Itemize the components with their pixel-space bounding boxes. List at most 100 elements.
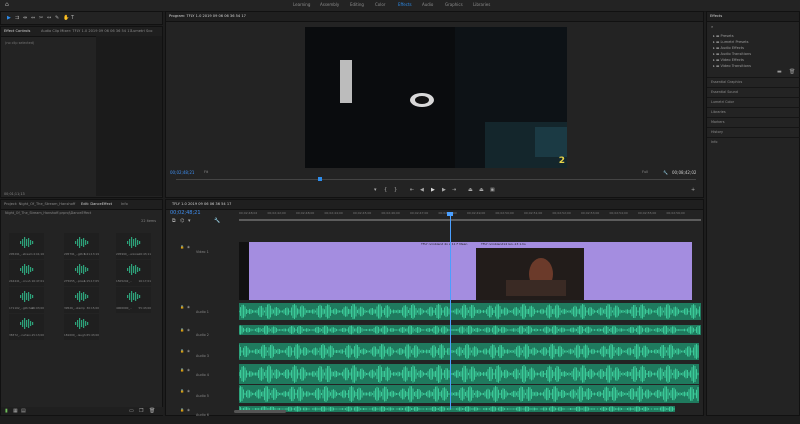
trash-icon[interactable]: 🗑 [149, 408, 155, 414]
video-clip[interactable] [584, 242, 692, 300]
effects-tree-item[interactable]: ▸ ▬ Presets [713, 34, 734, 38]
lock-track-icon[interactable]: 🔒 [180, 328, 184, 332]
slip-tool-icon[interactable]: ↔ [47, 15, 51, 21]
new-item-icon[interactable]: ❐ [139, 408, 143, 414]
audio-clip[interactable] [239, 385, 699, 403]
step-forward-icon[interactable]: ▶ [442, 187, 446, 193]
playhead-line[interactable] [450, 213, 451, 409]
track-header[interactable]: Audio 6 [196, 413, 209, 417]
effects-section-tab[interactable]: History [707, 127, 800, 136]
effects-section-tab[interactable]: Lumetri Color [707, 97, 800, 106]
effects-section-tab[interactable]: Essential Sound [707, 87, 800, 96]
project-item[interactable]: 38372_..curtain.. 15:13;00 [9, 314, 44, 340]
project-item[interactable]: 244441_..crush 16:47;01 [9, 260, 44, 286]
effects-section-tab[interactable]: Info [707, 137, 800, 146]
tab-effect-controls[interactable]: Effect Controls [4, 29, 30, 33]
video-clip-thumb[interactable] [239, 242, 249, 300]
effects-tree-item[interactable]: ▸ ▬ Lumetri Presets [713, 40, 749, 44]
toggle-track-icon[interactable]: ◉ [187, 305, 190, 309]
home-icon[interactable]: ⌂ [5, 1, 9, 8]
toggle-track-icon[interactable]: ◉ [187, 328, 190, 332]
rolling-edit-icon[interactable]: ⇔ [31, 15, 35, 21]
workspace-effects[interactable]: Effects [398, 2, 412, 7]
workspace-learning[interactable]: Learning [293, 2, 310, 7]
timeline-settings-icon[interactable]: 🔧 [214, 218, 220, 224]
lock-track-icon[interactable]: 🔒 [180, 389, 184, 393]
tab-edit[interactable]: Edit: DanceEffect [81, 202, 112, 206]
go-to-in-icon[interactable]: ⇤ [410, 187, 414, 193]
step-back-icon[interactable]: ◀ [420, 187, 424, 193]
tab-info[interactable]: Info [121, 202, 128, 206]
track-header[interactable]: Video 1 [196, 250, 209, 254]
toggle-track-icon[interactable]: ◉ [187, 408, 190, 412]
tab-project[interactable]: Project: Night_Of_The_Stream_Hanshoff [4, 202, 75, 206]
type-tool-icon[interactable]: T [71, 15, 74, 21]
razor-tool-icon[interactable]: ✂ [39, 15, 43, 21]
effects-search[interactable]: ⌕ [707, 23, 800, 32]
hand-tool-icon[interactable]: ✋ [63, 15, 69, 21]
toggle-track-icon[interactable]: ◉ [187, 389, 190, 393]
tab-lumetri-scopes[interactable]: Lumetri Sco [131, 29, 152, 33]
lock-track-icon[interactable]: 🔒 [180, 408, 184, 412]
effects-section-tab[interactable]: Markers [707, 117, 800, 126]
linked-selection-icon[interactable]: ⌬ [180, 218, 184, 224]
effects-section-tab[interactable]: Libraries [707, 107, 800, 116]
new-bin-icon[interactable]: ▭ [129, 408, 134, 414]
go-to-out-icon[interactable]: ⇥ [452, 187, 456, 193]
audio-clip[interactable] [239, 343, 699, 360]
timeline-timecode[interactable]: 00;02;48;21 [170, 210, 201, 216]
toggle-track-icon[interactable]: ◉ [187, 245, 190, 249]
selection-tool-icon[interactable]: ▶ [7, 15, 11, 21]
toggle-track-icon[interactable]: ◉ [187, 368, 190, 372]
workspace-audio[interactable]: Audio [422, 2, 433, 7]
project-item[interactable]: 205990_..unkow 16:43;11 [116, 233, 151, 259]
track-header[interactable]: Audio 5 [196, 394, 209, 398]
mark-out-icon[interactable]: } [394, 187, 397, 193]
track-header[interactable]: Audio 3 [196, 354, 209, 358]
track-header[interactable]: Audio 2 [196, 333, 209, 337]
play-button[interactable]: ▶ [431, 187, 435, 193]
mark-in-icon[interactable]: { [384, 187, 387, 193]
effects-section-tab[interactable]: Essential Graphics [707, 77, 800, 86]
fit-dropdown[interactable]: Fit [204, 170, 208, 174]
timeline-scrollbar[interactable] [234, 410, 286, 413]
project-item[interactable]: 205791_..glitch 1:41;13:19 [64, 233, 99, 259]
add-marker-timeline-icon[interactable]: ▾ [188, 218, 191, 224]
project-item[interactable]: 1505242_.. 16:17;01 [116, 260, 151, 286]
video-clip-thumbnail[interactable] [476, 242, 584, 300]
project-item[interactable]: 205291_..stream 4:41;16 [9, 233, 44, 259]
effects-tree-item[interactable]: ▸ ▬ Video Effects [713, 58, 744, 62]
export-frame-icon[interactable]: ▣ [490, 187, 495, 193]
list-view-icon[interactable]: ▮ [5, 408, 8, 414]
program-playhead[interactable] [318, 177, 322, 181]
tab-audio-clip-mixer[interactable]: Audio Clip Mixer: TFLY 1.0 2019 09 06 06… [41, 29, 132, 33]
project-item[interactable]: 4000000_.. 55:43;00 [116, 287, 151, 313]
project-item[interactable]: 275055_..pixel.. 1:15;17;05 [64, 260, 99, 286]
audio-clip[interactable] [239, 325, 701, 335]
snap-icon[interactable]: ⧉ [172, 218, 176, 224]
wrench-icon[interactable]: 🔧 [663, 170, 668, 175]
program-scrubber[interactable] [176, 179, 696, 180]
new-custom-bin-icon[interactable]: ▬ [777, 69, 782, 75]
add-button-icon[interactable]: + [691, 187, 695, 193]
work-area-bar[interactable] [239, 219, 701, 221]
track-header[interactable]: Audio 1 [196, 310, 209, 314]
delete-effect-icon[interactable]: 🗑 [789, 69, 795, 75]
project-item[interactable]: 171102_..glitches 15:03;00 [9, 287, 44, 313]
project-item[interactable]: 181000_..laugh.. 55:43;00 [64, 314, 99, 340]
effects-tree-item[interactable]: ▸ ▬ Audio Transitions [713, 52, 751, 56]
freeform-view-icon[interactable]: ▤ [21, 408, 26, 414]
pen-tool-icon[interactable]: ✎ [55, 15, 59, 21]
workspace-editing[interactable]: Editing [350, 2, 364, 7]
effects-tree-item[interactable]: ▸ ▬ Audio Effects [713, 46, 744, 50]
add-marker-icon[interactable]: ▾ [374, 187, 377, 193]
lock-track-icon[interactable]: 🔒 [180, 245, 184, 249]
workspace-assembly[interactable]: Assembly [320, 2, 339, 7]
lock-track-icon[interactable]: 🔒 [180, 305, 184, 309]
extract-icon[interactable]: ⏏ [479, 187, 484, 193]
lock-track-icon[interactable]: 🔒 [180, 368, 184, 372]
audio-clip[interactable] [239, 364, 699, 384]
workspace-color[interactable]: Color [375, 2, 385, 7]
audio-clip[interactable] [239, 303, 701, 320]
lift-icon[interactable]: ⏏ [468, 187, 473, 193]
